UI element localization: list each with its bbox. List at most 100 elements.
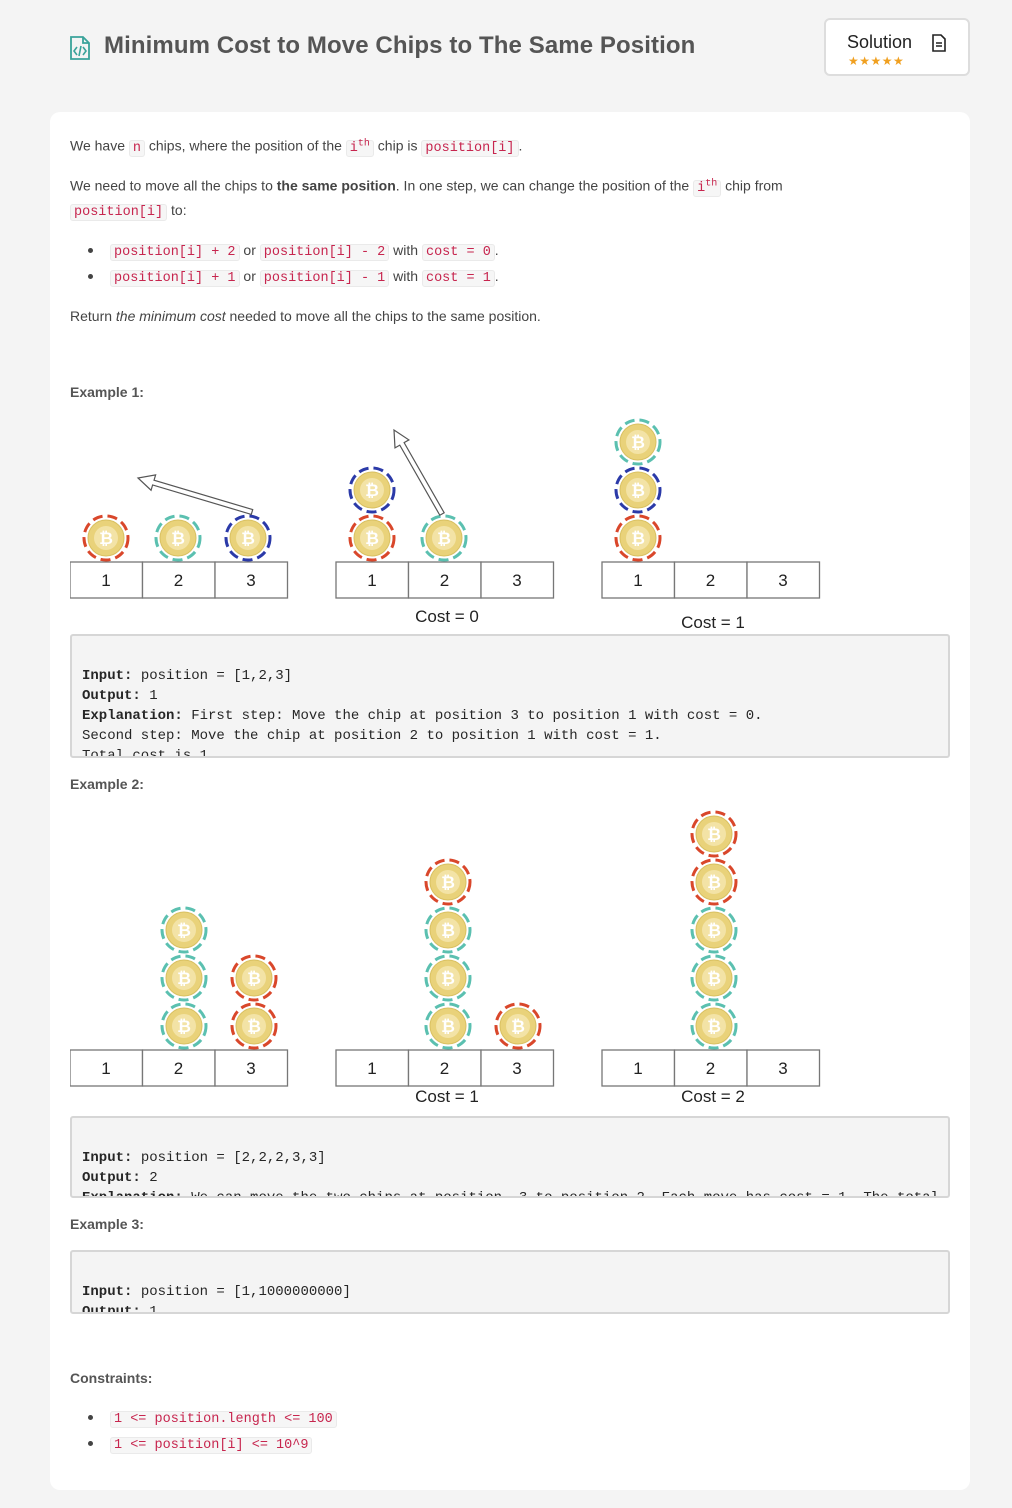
inline-code: position[i] [70, 204, 168, 221]
position-row: 1 2 3 [601, 561, 821, 599]
bitcoin-icon: ₿ [707, 873, 721, 893]
inline-code: cost = 1 [421, 270, 495, 287]
panel-caption: Cost = 1 [681, 613, 745, 632]
position-label: 2 [174, 571, 183, 590]
text: . [494, 268, 499, 284]
inline-code: ith [693, 178, 722, 197]
text: or [239, 268, 260, 284]
position-label: 2 [706, 1059, 715, 1078]
example-1-diagram: 1 2 3 1 2 3 1 2 3 ₿ ₿ ₿ ₿ ₿ ₿ ₿ ₿ ₿ Cost = 0 Cost = 1 [70, 418, 821, 632]
text: chip is [373, 137, 422, 154]
position-label: 3 [246, 1059, 255, 1078]
chip: ₿ [230, 954, 278, 1002]
code-key: Output: [82, 1170, 141, 1186]
example-1-code-block: Input: position = [1,2,3] Output: 1 Explan… [70, 634, 950, 758]
solution-button[interactable]: Solution ★★★★★ [824, 18, 970, 76]
position-label: 1 [633, 571, 642, 590]
example-1-figure: 1 2 3 1 2 3 1 2 3 ₿ ₿ ₿ ₿ ₿ ₿ ₿ ₿ ₿ Cost = 0 Cost = 1 [70, 412, 830, 634]
chip: ₿ [348, 514, 396, 562]
position-label: 3 [246, 571, 255, 590]
chip: ₿ [424, 954, 472, 1002]
constraints-label: Constraints: [70, 1370, 153, 1386]
bitcoin-icon: ₿ [177, 921, 191, 941]
panel-caption: Cost = 1 [415, 1087, 479, 1106]
code-line: Output: 1 [82, 1302, 938, 1314]
italic-text: the minimum cost [115, 308, 226, 324]
example-1-label: Example 1: [70, 384, 144, 400]
chip: ₿ [160, 954, 208, 1002]
position-label: 2 [440, 571, 449, 590]
bitcoin-icon: ₿ [631, 433, 645, 453]
bitcoin-icon: ₿ [631, 481, 645, 501]
bitcoin-icon: ₿ [707, 1017, 721, 1037]
code-value: 1 [140, 688, 158, 704]
chip: ₿ [424, 906, 472, 954]
description-paragraph-2: We need to move all the chips to the sam… [70, 174, 783, 199]
text: chips, where the position of the [145, 137, 346, 154]
code-line: Explanation: We can move the two chips a… [82, 1188, 939, 1198]
code-value: 1 [140, 1304, 158, 1314]
bullet [88, 1415, 93, 1420]
panel-caption: Cost = 0 [415, 607, 479, 626]
bitcoin-icon: ₿ [511, 1017, 525, 1037]
chip: ₿ [424, 858, 472, 906]
code-line: Total cost is 1. [82, 746, 938, 756]
chip: ₿ [160, 1002, 208, 1050]
move-arrow [393, 428, 445, 517]
bitcoin-icon: ₿ [177, 969, 191, 989]
list-item: position[i] + 1 or position[i] - 1 with … [110, 266, 499, 289]
bitcoin-icon: ₿ [365, 481, 379, 501]
chip: ₿ [424, 1002, 472, 1050]
problem-description-card: We have n chips, where the position of t… [50, 112, 970, 1490]
position-row: 1 2 3 [70, 1049, 289, 1087]
code-text: i [697, 180, 706, 196]
bullet [88, 248, 93, 253]
code-key: Output: [82, 688, 141, 704]
bitcoin-icon: ₿ [437, 529, 451, 549]
code-value: Second step: Move the chip at position 2… [82, 728, 662, 744]
chip: ₿ [154, 514, 202, 562]
bitcoin-icon: ₿ [441, 921, 455, 941]
example-2-code-block: Input: position = [2,2,2,3,3] Output: 2 Ex… [70, 1116, 950, 1198]
position-label: 1 [367, 1059, 376, 1078]
code-value: 2 [140, 1170, 158, 1186]
bitcoin-icon: ₿ [247, 1017, 261, 1037]
code-key: Input: [82, 1150, 133, 1166]
panel-caption: Cost = 2 [681, 1087, 745, 1106]
text: chip from [721, 177, 783, 194]
inline-code: 1 <= position.length <= 100 [110, 1411, 337, 1428]
bitcoin-icon: ₿ [441, 969, 455, 989]
code-key: Explanation: [82, 1190, 183, 1198]
code-line: Second step: Move the chip at position 2… [82, 726, 938, 746]
bitcoin-icon: ₿ [365, 529, 379, 549]
code-value: position = [2,2,2,3,3] [132, 1150, 326, 1166]
chip: ₿ [690, 810, 738, 858]
code-line: Output: 1 [82, 686, 938, 706]
chip: ₿ [690, 906, 738, 954]
position-label: 2 [706, 571, 715, 590]
inline-code: n [128, 139, 145, 157]
position-label: 1 [367, 571, 376, 590]
bullet [88, 1441, 93, 1446]
position-row: 1 2 3 [335, 1049, 555, 1087]
superscript: th [705, 178, 718, 189]
code-file-icon [70, 36, 90, 60]
code-value: position = [1,2,3] [132, 668, 293, 684]
text: . [494, 242, 499, 258]
code-key: Input: [82, 1284, 133, 1300]
code-value: position = [1,1000000000] [132, 1284, 351, 1300]
position-row: 1 2 3 [335, 561, 555, 599]
page-title: Minimum Cost to Move Chips to The Same P… [104, 32, 696, 59]
superscript: th [357, 138, 370, 149]
bitcoin-icon: ₿ [707, 825, 721, 845]
text: or [239, 242, 260, 258]
constraint-item: 1 <= position[i] <= 10^9 [110, 1433, 313, 1456]
code-line: Input: position = [2,2,2,3,3] [82, 1148, 938, 1168]
constraint-item: 1 <= position.length <= 100 [110, 1407, 337, 1430]
chip: ₿ [614, 514, 662, 562]
position-label: 1 [101, 571, 110, 590]
chip: ₿ [160, 906, 208, 954]
chip: ₿ [420, 514, 468, 562]
code-key: Output: [82, 1304, 141, 1314]
bold-text: the same position [276, 177, 396, 194]
